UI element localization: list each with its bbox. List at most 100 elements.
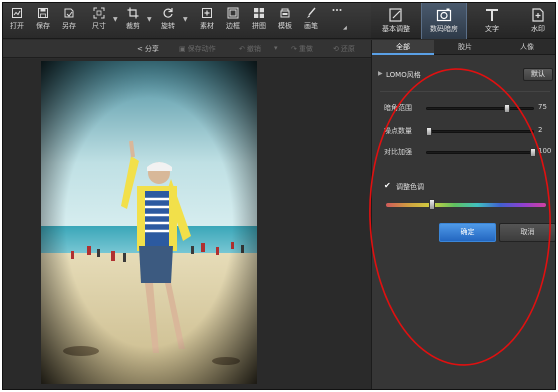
text-icon [486,9,498,21]
hue-slider[interactable] [386,199,546,210]
tab-watermark[interactable]: 水印 [515,3,555,39]
save-as-icon [64,8,74,18]
save-action-label: 保存动作 [187,45,216,53]
watermark-icon [532,8,544,22]
more-tools-button[interactable] [325,6,349,36]
contrast-boost-label: 对比加强 [384,148,412,156]
tab-basic-adjust-label: 基本调整 [382,25,410,33]
open-button[interactable]: 打开 [5,6,29,36]
crop-icon [127,7,139,19]
tint-checkbox[interactable]: ✔ [384,182,392,190]
template-icon [280,8,290,18]
save-label: 保存 [36,22,50,30]
save-icon [38,8,48,18]
filter-category-tabs: 全部 胶片 人像 [372,40,555,55]
sticker-button[interactable]: 素材 [195,6,219,36]
save-as-button[interactable]: 另存 [57,6,81,36]
open-label: 打开 [10,22,24,30]
cancel-button[interactable]: 取消 [499,223,555,242]
rotate-icon [163,8,173,18]
image-canvas[interactable] [3,59,371,389]
restore-label: 还原 [340,45,355,53]
vignette-range-value: 75 [538,103,547,111]
template-label: 模板 [278,22,292,30]
action-bar: < 分享 ▣ 保存动作 ↶ 撤销 ▾ ↷ 重做 ⟲ 还原 [3,40,371,58]
tab-portrait[interactable]: 人像 [496,40,555,55]
restore-button[interactable]: ⟲ 还原 [333,44,355,54]
style-name: LOMO风格 [386,71,421,79]
rotate-label: 旋转 [161,22,175,30]
share-button[interactable]: < 分享 [137,44,159,54]
redo-label: 重做 [298,45,313,53]
noise-amount-track[interactable] [426,127,534,136]
open-image-icon [12,8,22,18]
tab-digital-darkroom-label: 数码暗房 [430,25,458,33]
contrast-boost-track[interactable] [426,148,536,157]
undo-icon: ↶ [239,45,245,53]
adjust-icon [389,8,402,22]
contrast-boost-value: 100 [538,147,552,155]
tab-basic-adjust[interactable]: 基本调整 [373,3,419,39]
save-action-button[interactable]: ▣ 保存动作 [179,44,216,54]
vignette-range-knob[interactable] [503,104,510,113]
collage-label: 拼图 [252,22,266,30]
collage-icon [254,8,264,18]
save-action-icon: ▣ [179,45,186,53]
darkroom-camera-icon [436,8,452,22]
tint-checkbox-label: 调整色调 [396,183,424,191]
tab-text-label: 文字 [485,25,499,33]
resize-dropdown-icon[interactable]: ▼ [113,16,118,23]
redo-icon: ↷ [291,45,297,53]
undo-label: 撤销 [246,45,261,53]
tab-watermark-label: 水印 [531,25,545,33]
crop-button[interactable]: 裁剪 [121,6,145,36]
contrast-boost-slider-row: 对比加强 100 [372,146,555,158]
photo-image [41,61,257,384]
frame-icon [227,7,239,19]
darkroom-panel: 全部 胶片 人像 ▶ LOMO风格 默认 暗角范围 75 噪点数量 2 对比加强 [371,40,555,389]
tab-all[interactable]: 全部 [372,40,434,55]
share-icon: < [137,45,143,53]
crop-dropdown-icon[interactable]: ▼ [147,16,152,23]
sticker-label: 素材 [200,22,214,30]
template-button[interactable]: 模板 [273,6,297,36]
undo-dropdown-icon[interactable]: ▾ [274,44,278,52]
photo-editor-window: 打开 保存 另存 尺寸 ▼ 裁剪 ▼ 旋转 ▼ 素材 边框 拼图 模板 画笔 ◢… [2,2,556,390]
divider [380,91,550,92]
collapse-arrow-icon[interactable]: ▶ [378,70,383,77]
undo-button[interactable]: ↶ 撤销 [239,44,261,54]
save-button[interactable]: 保存 [31,6,55,36]
brush-label: 画笔 [304,22,318,30]
lomo-style-header[interactable]: ▶ LOMO风格 默认 [372,66,555,82]
contrast-boost-knob[interactable] [530,148,536,157]
crop-label: 裁剪 [126,22,140,30]
resize-icon [93,7,105,19]
tab-digital-darkroom[interactable]: 数码暗房 [421,3,467,39]
feature-tabs: 基本调整 数码暗房 文字 水印 [371,3,555,39]
vignette-range-track[interactable] [426,104,534,113]
share-label: 分享 [144,45,159,53]
noise-amount-label: 噪点数量 [384,127,412,135]
collage-button[interactable]: 拼图 [247,6,271,36]
rotate-button[interactable]: 旋转 [156,6,180,36]
hue-knob[interactable] [429,199,436,210]
brush-button[interactable]: 画笔 [299,6,323,36]
resize-label: 尺寸 [92,22,106,30]
frame-button[interactable]: 边框 [221,6,245,36]
redo-button[interactable]: ↷ 重做 [291,44,313,54]
tab-text[interactable]: 文字 [469,3,515,39]
vignette-range-slider-row: 暗角范围 75 [372,102,555,114]
more-icon [332,9,342,11]
confirm-button[interactable]: 确定 [439,223,496,242]
beach-photo[interactable] [41,61,257,384]
rotate-dropdown-icon[interactable]: ▼ [183,16,188,23]
resize-button[interactable]: 尺寸 [87,6,111,36]
frame-label: 边框 [226,22,240,30]
tab-film[interactable]: 胶片 [434,40,496,55]
main-toolbar: 打开 保存 另存 尺寸 ▼ 裁剪 ▼ 旋转 ▼ 素材 边框 拼图 模板 画笔 ◢ [3,3,371,39]
default-button[interactable]: 默认 [523,68,553,81]
noise-amount-knob[interactable] [426,127,433,136]
more-expand-icon[interactable]: ◢ [343,25,347,31]
save-as-label: 另存 [62,22,76,30]
noise-amount-slider-row: 噪点数量 2 [372,125,555,137]
